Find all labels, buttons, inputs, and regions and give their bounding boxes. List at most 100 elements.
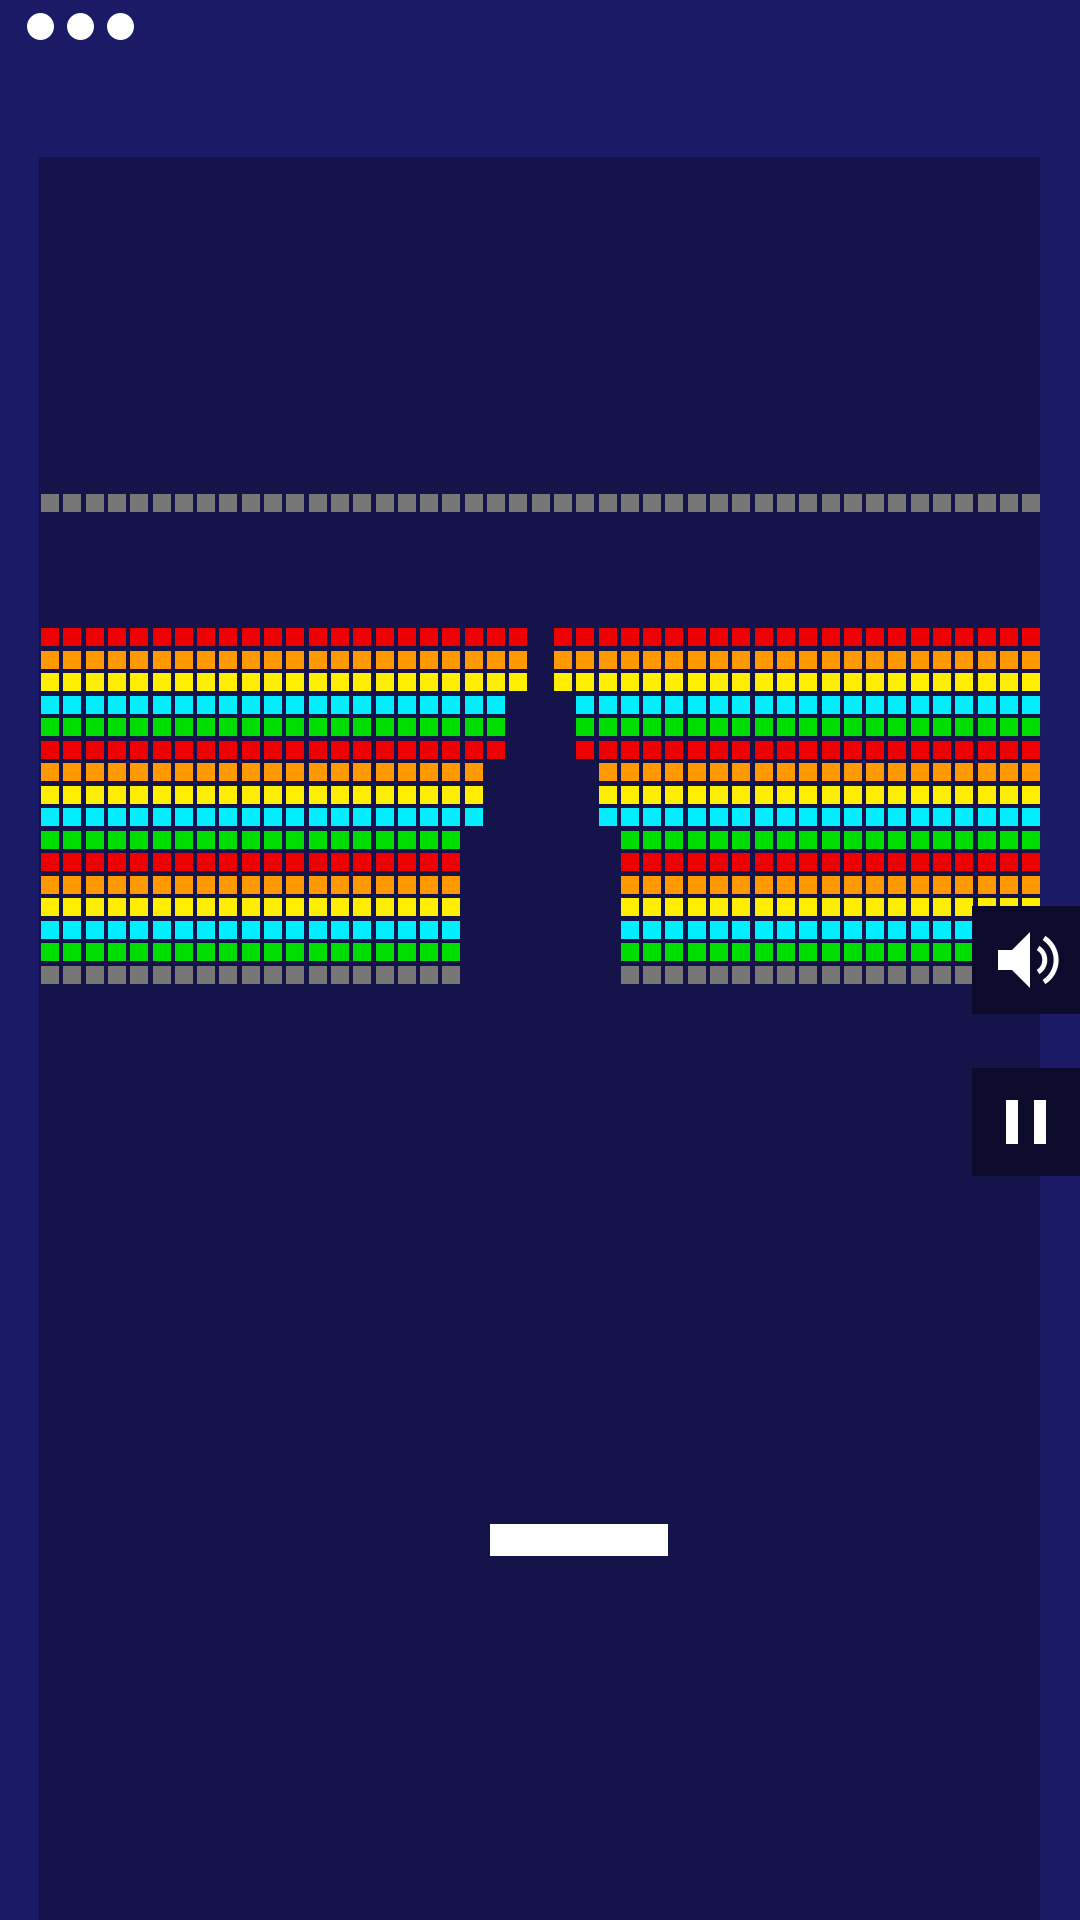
playfield[interactable] xyxy=(39,157,1041,1920)
brick-orange xyxy=(397,875,416,894)
brick-green xyxy=(643,830,662,849)
brick-red xyxy=(643,628,662,646)
brick-yellow xyxy=(977,673,996,691)
brick-gray xyxy=(264,965,282,984)
brick-orange xyxy=(286,763,305,781)
brick-red xyxy=(375,628,394,646)
brick-red xyxy=(776,740,795,759)
brick-gray xyxy=(464,494,483,512)
brick-cyan xyxy=(866,695,885,714)
brick-green xyxy=(330,718,349,736)
game-screen xyxy=(0,0,1080,1920)
brick-yellow xyxy=(620,898,639,916)
brick-red xyxy=(977,853,996,871)
brick-gray xyxy=(776,965,795,984)
brick-gray xyxy=(85,965,104,984)
brick-cyan xyxy=(41,695,59,714)
brick-yellow xyxy=(107,898,126,916)
brick-yellow xyxy=(999,673,1018,691)
brick-cyan xyxy=(910,808,929,826)
brick-orange xyxy=(643,875,662,894)
brick-red xyxy=(219,628,238,646)
brick-red xyxy=(955,740,974,759)
brick-red xyxy=(888,740,907,759)
brick-orange xyxy=(241,763,260,781)
brick-green xyxy=(130,943,149,961)
pause-button[interactable] xyxy=(972,1068,1080,1176)
brick-green xyxy=(999,830,1018,849)
brick-cyan xyxy=(620,920,639,939)
brick-green xyxy=(330,830,349,849)
brick-orange xyxy=(1022,763,1041,781)
brick-orange xyxy=(687,650,706,669)
brick-orange xyxy=(330,763,349,781)
life-dot xyxy=(67,13,94,40)
brick-gray xyxy=(130,965,149,984)
brick-yellow xyxy=(933,673,951,691)
brick-green xyxy=(85,943,104,961)
brick-orange xyxy=(197,650,216,669)
brick-red xyxy=(330,740,349,759)
brick-gray xyxy=(509,494,528,512)
brick-yellow xyxy=(397,785,416,804)
brick-gray xyxy=(264,494,282,512)
brick-orange xyxy=(286,875,305,894)
brick-red xyxy=(85,740,104,759)
brick-red xyxy=(553,628,572,646)
brick-red xyxy=(197,628,216,646)
brick-gray xyxy=(866,494,885,512)
brick-gray xyxy=(598,494,617,512)
brick-green xyxy=(375,943,394,961)
brick-green xyxy=(732,718,751,736)
brick-green xyxy=(799,830,818,849)
brick-yellow xyxy=(754,898,773,916)
brick-orange xyxy=(308,763,327,781)
brick-red xyxy=(1022,628,1041,646)
brick-green xyxy=(397,718,416,736)
brick-cyan xyxy=(308,808,327,826)
brick-cyan xyxy=(330,808,349,826)
brick-green xyxy=(821,943,840,961)
brick-yellow xyxy=(620,785,639,804)
brick-red xyxy=(643,853,662,871)
brick-cyan xyxy=(999,695,1018,714)
brick-red xyxy=(63,853,82,871)
brick-yellow xyxy=(665,673,684,691)
brick-red xyxy=(264,740,282,759)
brick-gray xyxy=(397,965,416,984)
brick-yellow xyxy=(219,898,238,916)
brick-green xyxy=(330,943,349,961)
brick-red xyxy=(464,740,483,759)
brick-cyan xyxy=(130,695,149,714)
brick-green xyxy=(776,830,795,849)
brick-cyan xyxy=(286,808,305,826)
brick-gray xyxy=(330,965,349,984)
brick-red xyxy=(999,853,1018,871)
pause-icon xyxy=(1006,1100,1046,1144)
paddle[interactable] xyxy=(490,1524,668,1556)
brick-yellow xyxy=(598,673,617,691)
brick-green xyxy=(107,943,126,961)
brick-cyan xyxy=(999,808,1018,826)
brick-green xyxy=(397,830,416,849)
brick-yellow xyxy=(375,673,394,691)
brick-orange xyxy=(107,650,126,669)
brick-gray xyxy=(531,494,550,512)
brick-cyan xyxy=(442,920,461,939)
brick-green xyxy=(286,943,305,961)
brick-orange xyxy=(509,650,528,669)
brick-yellow xyxy=(241,785,260,804)
sound-button[interactable] xyxy=(972,906,1080,1014)
brick-yellow xyxy=(866,898,885,916)
brick-green xyxy=(620,718,639,736)
brick-orange xyxy=(397,650,416,669)
brick-cyan xyxy=(821,695,840,714)
brick-cyan xyxy=(308,695,327,714)
brick-green xyxy=(620,943,639,961)
brick-orange xyxy=(241,650,260,669)
brick-cyan xyxy=(241,808,260,826)
brick-orange xyxy=(732,875,751,894)
brick-yellow xyxy=(977,785,996,804)
brick-cyan xyxy=(754,695,773,714)
brick-red xyxy=(799,853,818,871)
